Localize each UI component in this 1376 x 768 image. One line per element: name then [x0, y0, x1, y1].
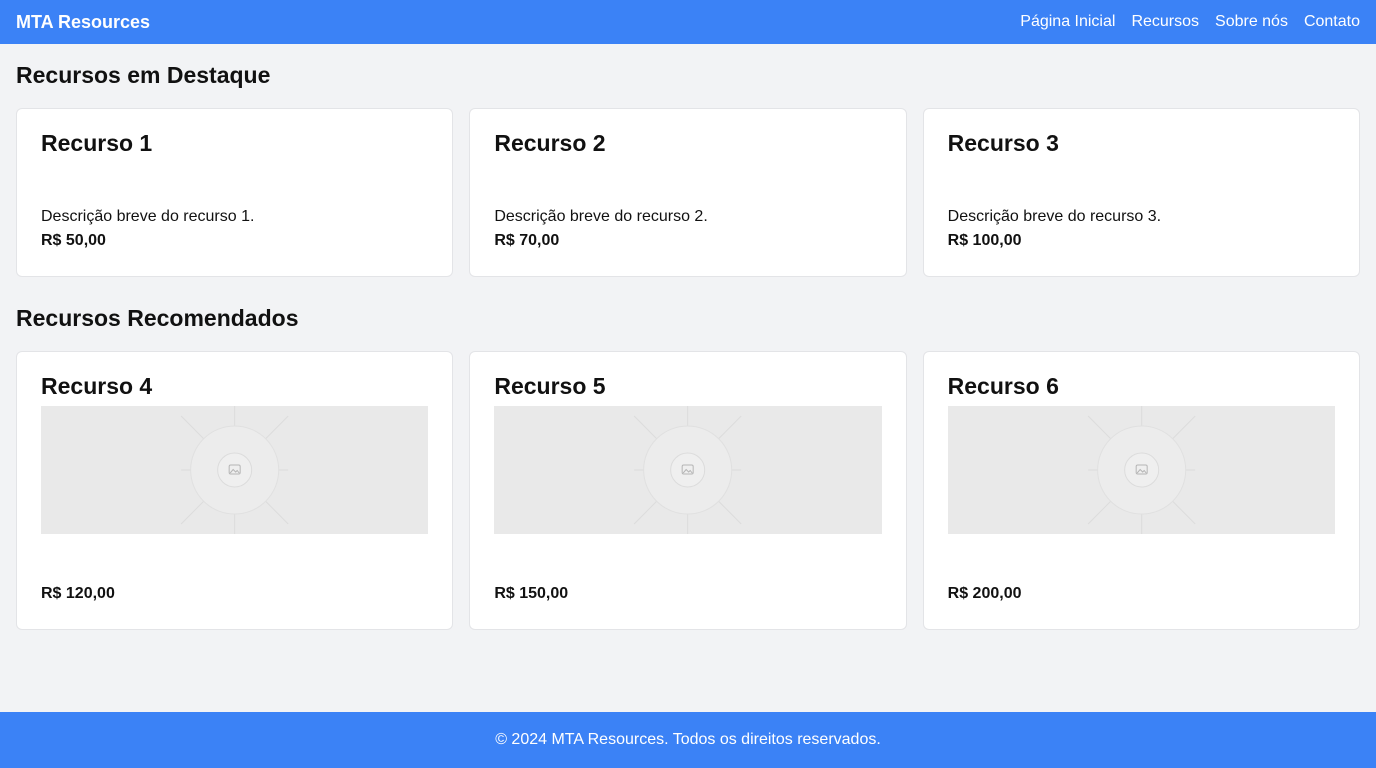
resource-title: Recurso 5 [494, 373, 606, 399]
resource-title: Recurso 2 [494, 130, 606, 156]
image-placeholder-icon [494, 406, 882, 534]
resource-description: Descrição breve do recurso 3. [947, 208, 1162, 225]
resource-description: Descrição breve do recurso 1. [41, 208, 255, 225]
recommended-resources-grid: Recurso 4 R$ 120,00 Recurso 5 R$ 150,00 … [16, 351, 1360, 630]
featured-section-title: Recursos em Destaque [16, 62, 271, 88]
brand-logo-text[interactable]: MTA Resources [16, 12, 150, 33]
resource-price: R$ 100,00 [947, 232, 1022, 249]
resource-card[interactable]: Recurso 6 R$ 200,00 [922, 351, 1360, 630]
image-placeholder-icon [41, 406, 429, 534]
image-placeholder-icon [947, 406, 1335, 534]
resource-description: Descrição breve do recurso 2. [494, 208, 708, 225]
featured-resources-grid: Recurso 1 Descrição breve do recurso 1. … [16, 108, 1360, 277]
resource-card[interactable]: Recurso 2 Descrição breve do recurso 2. … [469, 108, 907, 277]
resource-title: Recurso 3 [947, 130, 1059, 156]
main-nav: Página Inicial Recursos Sobre nós Contat… [1020, 13, 1360, 31]
resource-card[interactable]: Recurso 1 Descrição breve do recurso 1. … [16, 108, 454, 277]
resource-price: R$ 150,00 [494, 585, 569, 602]
page-footer: © 2024 MTA Resources. Todos os direitos … [0, 712, 1376, 768]
resource-card[interactable]: Recurso 3 Descrição breve do recurso 3. … [922, 108, 1360, 277]
resource-price: R$ 120,00 [41, 585, 115, 602]
resource-card[interactable]: Recurso 5 R$ 150,00 [469, 351, 907, 630]
recommended-section-title: Recursos Recomendados [16, 305, 299, 331]
nav-link-home[interactable]: Página Inicial [1020, 13, 1115, 31]
resource-title: Recurso 4 [41, 373, 153, 399]
resource-price: R$ 70,00 [494, 232, 560, 249]
resource-card[interactable]: Recurso 4 R$ 120,00 [16, 351, 454, 630]
nav-link-about[interactable]: Sobre nós [1215, 13, 1288, 31]
nav-link-contact[interactable]: Contato [1304, 13, 1360, 31]
top-navbar: MTA Resources Página Inicial Recursos So… [0, 0, 1376, 44]
resource-price: R$ 50,00 [41, 232, 106, 249]
footer-copyright: © 2024 MTA Resources. Todos os direitos … [495, 731, 881, 748]
nav-link-resources[interactable]: Recursos [1131, 13, 1199, 31]
main-content: Recursos em Destaque Recurso 1 Descrição… [0, 64, 1376, 630]
resource-title: Recurso 6 [947, 373, 1059, 399]
resource-title: Recurso 1 [41, 130, 153, 156]
resource-price: R$ 200,00 [947, 585, 1022, 602]
